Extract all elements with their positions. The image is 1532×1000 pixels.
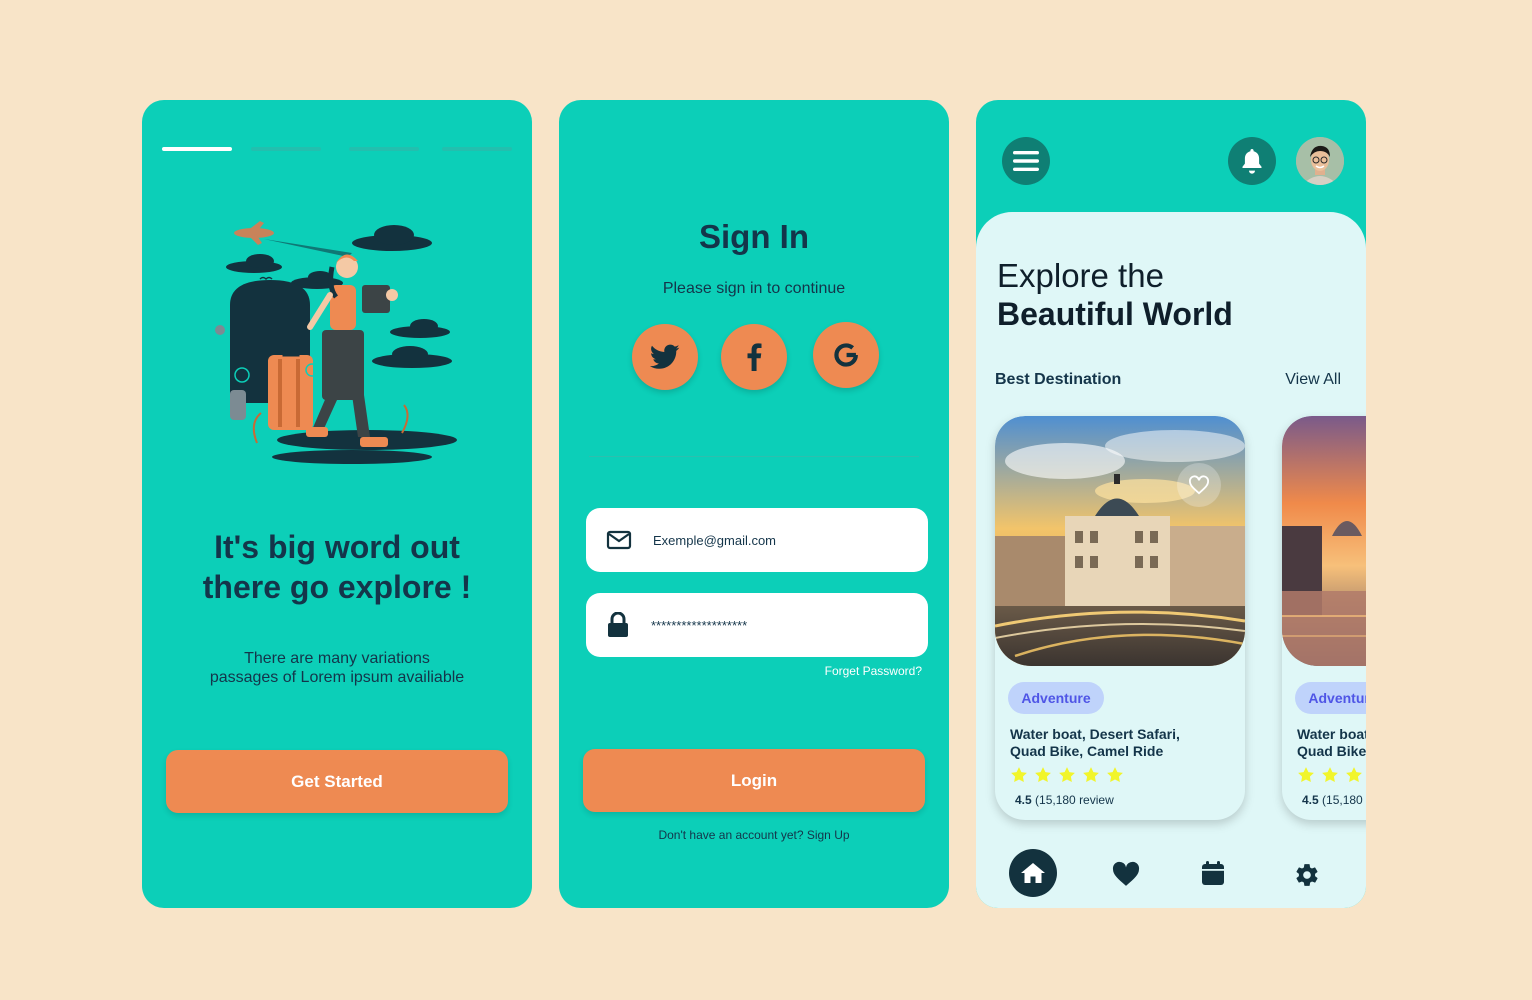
star-icon xyxy=(1011,767,1027,783)
section-title: Best Destination xyxy=(995,371,1122,388)
heart-icon xyxy=(1112,861,1140,886)
destination-title-line-1: Water boat, Desert Safari, xyxy=(1297,726,1366,742)
forgot-password-link[interactable]: Forget Password? xyxy=(825,664,922,678)
review-count: (15,180 review xyxy=(1322,793,1366,807)
destination-title-line-2: Quad Bike, Camel Ride xyxy=(1010,743,1164,759)
progress-step-1 xyxy=(162,147,232,151)
signin-title: Sign In xyxy=(699,218,809,255)
onboarding-screen: It's big word out there go explore ! The… xyxy=(142,100,532,908)
bell-icon xyxy=(1242,149,1262,174)
hero-title-line-1: Explore the xyxy=(997,257,1164,294)
star-rating xyxy=(1297,766,1366,784)
destination-title: Water boat, Desert Safari, Quad Bike, Ca… xyxy=(1297,726,1366,760)
star-icon xyxy=(1083,767,1099,783)
nav-home[interactable] xyxy=(1009,849,1057,897)
onboarding-title: It's big word out there go explore ! xyxy=(162,527,512,607)
signup-link[interactable]: Don't have an account yet? Sign Up xyxy=(559,828,949,842)
twitter-icon xyxy=(650,344,680,369)
star-icon xyxy=(1346,767,1362,783)
star-icon xyxy=(1298,767,1314,783)
nav-settings[interactable] xyxy=(1291,859,1323,891)
password-field[interactable]: ******************* xyxy=(586,593,928,657)
calendar-icon xyxy=(1202,861,1224,885)
progress-step-2 xyxy=(251,147,321,151)
view-all-link[interactable]: View All xyxy=(1285,371,1341,389)
nav-favorites[interactable] xyxy=(1106,858,1146,890)
settings-icon xyxy=(1296,864,1318,886)
star-icon xyxy=(1322,767,1338,783)
signin-screen: Sign In Please sign in to continue *****… xyxy=(559,100,949,908)
progress-step-3 xyxy=(349,147,419,151)
destination-card[interactable]: Adventure Water boat, Desert Safari, Qua… xyxy=(995,416,1245,820)
google-icon xyxy=(834,343,858,367)
destination-title-line-1: Water boat, Desert Safari, xyxy=(1010,726,1180,742)
notifications-button[interactable] xyxy=(1228,137,1276,185)
star-icon xyxy=(1059,767,1075,783)
star-icon xyxy=(1035,767,1051,783)
rating-value: 4.5 xyxy=(1302,793,1319,807)
google-button[interactable] xyxy=(813,322,879,388)
hero-title-line-2: Beautiful World xyxy=(997,296,1233,332)
favorite-button[interactable] xyxy=(1177,463,1221,507)
menu-icon xyxy=(1013,151,1039,171)
traveler-illustration xyxy=(215,221,457,464)
mail-icon xyxy=(606,530,636,550)
heart-outline-icon xyxy=(1189,475,1209,495)
onboarding-subtitle-line-2: passages of Lorem ipsum availiable xyxy=(209,669,465,686)
star-icon xyxy=(1107,767,1123,783)
onboarding-title-line-2: there go explore ! xyxy=(202,569,472,605)
facebook-button[interactable] xyxy=(721,324,787,390)
onboarding-title-line-1: It's big word out xyxy=(214,529,460,565)
destination-title: Water boat, Desert Safari, Quad Bike, Ca… xyxy=(1010,726,1240,760)
lock-icon xyxy=(606,612,636,638)
review-count: (15,180 review xyxy=(1035,793,1114,807)
divider xyxy=(589,456,919,457)
facebook-icon xyxy=(747,343,762,371)
star-rating xyxy=(1010,766,1124,784)
home-screen: Explore the Beautiful World Best Destina… xyxy=(976,100,1366,908)
nav-calendar[interactable] xyxy=(1197,857,1229,889)
twitter-button[interactable] xyxy=(632,324,698,390)
destination-image xyxy=(1282,416,1366,666)
onboarding-subtitle: There are many variations passages of Lo… xyxy=(172,649,502,687)
rating-text: 4.5 (15,180 review xyxy=(1015,793,1114,807)
email-field[interactable] xyxy=(586,508,928,572)
destination-title-line-2: Quad Bike, Camel Ride xyxy=(1297,743,1366,759)
home-icon xyxy=(1021,863,1045,883)
onboarding-subtitle-line-1: There are many variations xyxy=(244,650,430,667)
rating-value: 4.5 xyxy=(1015,793,1032,807)
content-sheet: Explore the Beautiful World Best Destina… xyxy=(976,212,1366,908)
get-started-button[interactable]: Get Started xyxy=(166,750,508,813)
category-tag: Adventure xyxy=(1008,682,1104,714)
signin-subtitle: Please sign in to continue xyxy=(662,280,846,297)
menu-button[interactable] xyxy=(1002,137,1050,185)
password-input[interactable]: ******************* xyxy=(651,618,911,633)
login-button[interactable]: Login xyxy=(583,749,925,812)
destination-card[interactable]: Adventure Water boat, Desert Safari, Qua… xyxy=(1282,416,1366,820)
progress-step-4 xyxy=(442,147,512,151)
category-tag: Adventure xyxy=(1295,682,1366,714)
destination-image xyxy=(995,416,1245,666)
rating-text: 4.5 (15,180 review xyxy=(1302,793,1366,807)
email-input[interactable] xyxy=(651,531,915,549)
avatar[interactable] xyxy=(1296,137,1344,185)
